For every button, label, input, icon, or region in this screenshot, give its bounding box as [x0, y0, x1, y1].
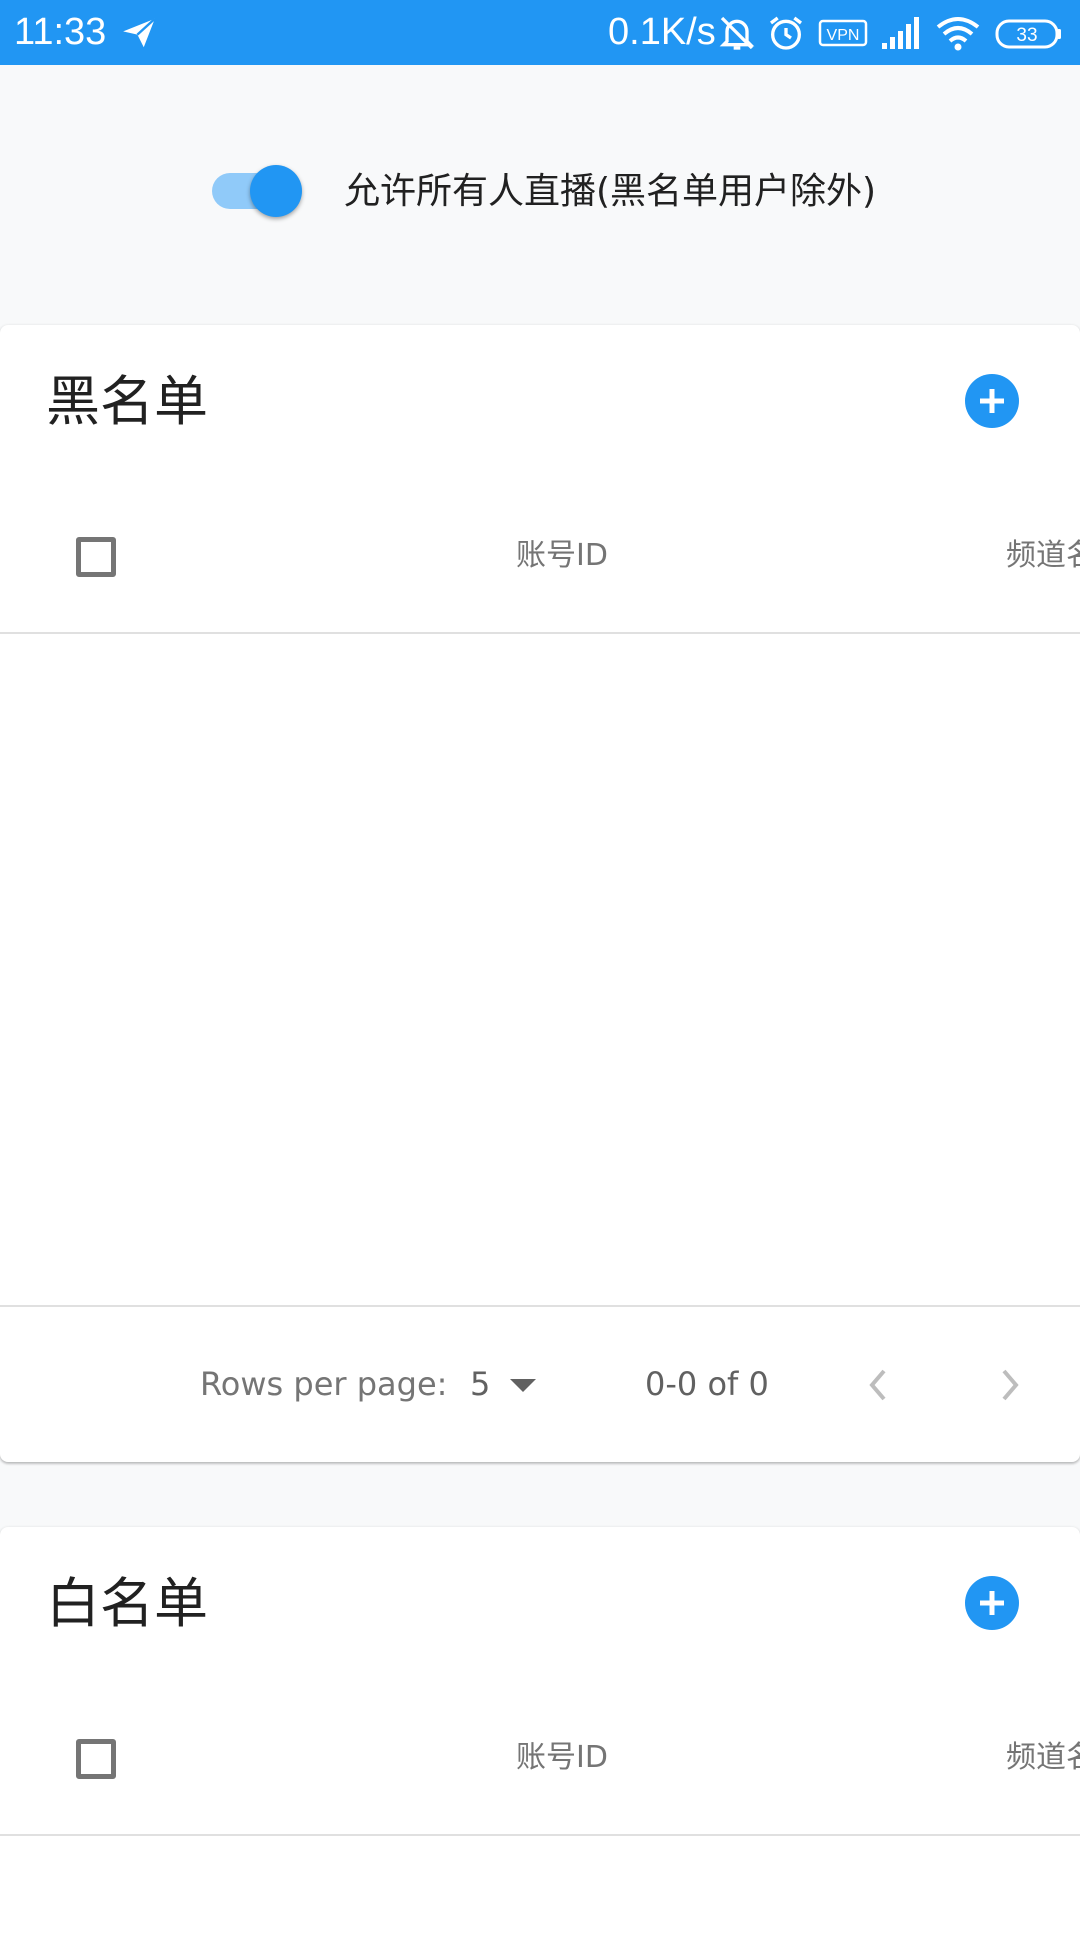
page-range-text: 0-0 of 0 — [645, 1365, 769, 1403]
bell-off-icon — [719, 16, 755, 50]
alarm-icon — [770, 16, 802, 50]
whitelist-title: 白名单 — [46, 1572, 208, 1635]
wifi-icon — [936, 17, 980, 51]
chevron-left-icon[interactable] — [860, 1365, 896, 1405]
telegram-icon — [123, 17, 156, 48]
caret-down-icon[interactable] — [508, 1377, 538, 1395]
table-pagination: Rows per page: 5 0-0 of 0 — [0, 1307, 1080, 1462]
plus-icon — [980, 389, 1004, 413]
column-header-account-id[interactable]: 账号ID — [516, 1737, 608, 1779]
chevron-right-icon[interactable] — [992, 1365, 1028, 1405]
select-all-checkbox[interactable] — [76, 537, 116, 577]
rows-per-page-label: Rows per page: — [200, 1365, 448, 1403]
svg-text:33: 33 — [1016, 25, 1037, 46]
column-header-account-id[interactable]: 账号ID — [516, 535, 608, 577]
column-header-channel-name[interactable]: 频道名 — [1006, 535, 1080, 577]
status-time: 11:33 — [14, 11, 107, 53]
table-header-row: 账号ID 频道名 — [0, 1682, 1080, 1836]
add-whitelist-button[interactable] — [965, 1576, 1019, 1630]
vpn-icon: VPN — [818, 19, 868, 47]
live-permission-toggle-row: 允许所有人直播(黑名单用户除外) — [0, 65, 1080, 325]
rows-per-page-select[interactable]: 5 — [470, 1363, 490, 1405]
plus-icon — [980, 1591, 1004, 1615]
svg-text:VPN: VPN — [827, 27, 860, 44]
toggle-switch-thumb[interactable] — [250, 165, 302, 217]
whitelist-card: 白名单 账号ID 频道名 — [0, 1527, 1080, 1947]
status-bar: 11:33 0.1K/s VPN 33 — [0, 0, 1080, 65]
battery-icon: 33 — [995, 19, 1061, 49]
header-divider — [0, 1834, 1080, 1836]
blacklist-title: 黑名单 — [46, 370, 208, 433]
table-header-row: 账号ID 频道名 — [0, 480, 1080, 634]
header-divider — [0, 632, 1080, 634]
select-all-checkbox[interactable] — [76, 1739, 116, 1779]
column-header-channel-name[interactable]: 频道名 — [1006, 1737, 1080, 1779]
add-blacklist-button[interactable] — [965, 374, 1019, 428]
blacklist-card: 黑名单 账号ID 频道名 Rows per page: 5 0-0 of 0 — [0, 325, 1080, 1462]
signal-icon — [882, 17, 919, 49]
toggle-label: 允许所有人直播(黑名单用户除外) — [344, 171, 877, 212]
network-speed: 0.1K/s — [608, 11, 716, 53]
